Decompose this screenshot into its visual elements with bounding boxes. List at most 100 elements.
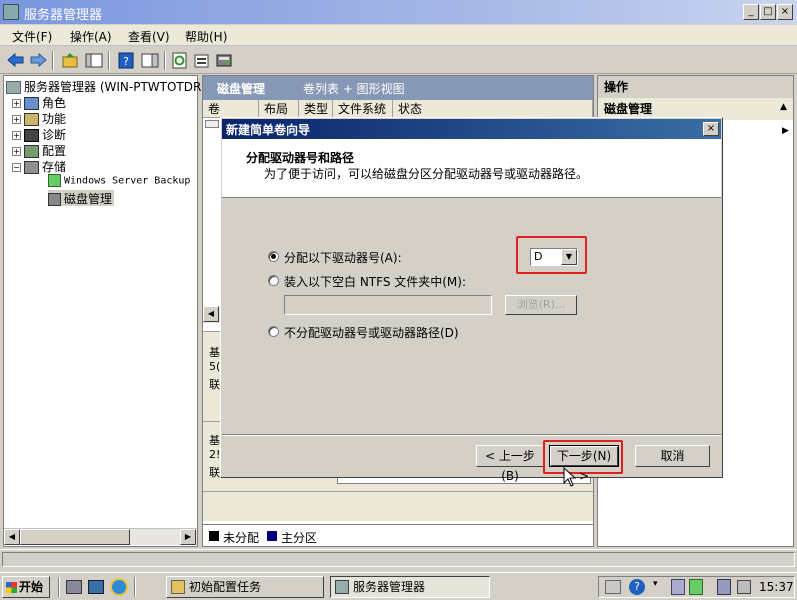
drive-letter-select[interactable]: D ▼	[530, 248, 578, 266]
task-initial-config[interactable]: 初始配置任务	[166, 576, 324, 598]
expand-icon[interactable]: +	[12, 147, 21, 156]
column-status[interactable]: 状态	[393, 100, 593, 118]
mount-folder-radio[interactable]	[268, 275, 279, 286]
status-panel	[2, 552, 795, 567]
forward-arrow-icon[interactable]	[28, 51, 48, 70]
tree-root[interactable]: 服务器管理器 (WIN-PTWTOTDRL5	[6, 78, 216, 94]
properties-icon[interactable]	[192, 51, 212, 70]
disk-tools-icon[interactable]	[214, 51, 234, 70]
network-icon[interactable]	[671, 579, 685, 595]
no-drive-letter-radio[interactable]	[268, 326, 279, 337]
legend-primary: 主分区	[281, 531, 318, 545]
tray-expand-icon[interactable]: ▾	[653, 579, 658, 589]
back-arrow-icon[interactable]	[6, 51, 26, 70]
collapse-icon[interactable]: −	[12, 163, 21, 172]
dialog-heading: 分配驱动器号和路径	[246, 151, 355, 165]
windows-logo-icon	[6, 582, 17, 593]
expand-icon[interactable]: +	[12, 115, 21, 124]
tree-item-label: 诊断	[42, 128, 67, 142]
diagnostics-icon	[24, 129, 39, 142]
tree-item-configuration[interactable]: + 配置	[12, 142, 66, 158]
expand-icon[interactable]: +	[12, 131, 21, 140]
dialog-title-bar[interactable]: 新建简单卷向导 ×	[222, 119, 721, 139]
tree-item-label: Windows Server Backup	[64, 175, 191, 187]
column-volume[interactable]: 卷	[203, 100, 259, 118]
back-button[interactable]: < 上一步(B)	[476, 445, 544, 483]
volume-icon	[205, 120, 219, 128]
no-drive-letter-label: 不分配驱动器号或驱动器路径(D)	[284, 326, 459, 340]
tree-pane: 服务器管理器 (WIN-PTWTOTDRL5 + 角色 + 功能 + 诊断 + 配置 −…	[3, 75, 216, 547]
scroll-left-icon[interactable]: ◀	[203, 306, 219, 322]
show-desktop-icon[interactable]	[88, 580, 104, 594]
start-label: 开始	[19, 580, 44, 594]
backup-icon	[48, 174, 61, 187]
expand-icon[interactable]: +	[12, 99, 21, 108]
dropdown-arrow-icon[interactable]: ▼	[561, 249, 577, 265]
show-hide-action-pane-icon[interactable]	[140, 51, 160, 70]
menu-view[interactable]: 查看(V)	[128, 28, 170, 45]
refresh-icon[interactable]	[170, 51, 190, 70]
server-manager-quicklaunch-icon[interactable]	[66, 580, 82, 594]
legend-unallocated: 未分配	[223, 531, 260, 545]
scroll-right-icon[interactable]: ▶	[180, 529, 196, 545]
tree-item-diagnostics[interactable]: + 诊断	[12, 126, 66, 142]
cancel-button[interactable]: 取消	[635, 445, 710, 467]
folder-path-input[interactable]	[284, 295, 492, 315]
minimize-button[interactable]: _	[743, 4, 759, 20]
more-actions-arrow-icon[interactable]: ▶	[782, 126, 789, 136]
tree-item-windows-server-backup[interactable]: Windows Server Backup	[48, 174, 190, 190]
column-layout[interactable]: 布局	[259, 100, 299, 118]
disk-0-label: 基	[209, 346, 220, 359]
security-icon[interactable]	[689, 579, 703, 595]
tree-root-label: 服务器管理器 (WIN-PTWTOTDRL5	[24, 80, 216, 94]
disk-1-size: 2!	[209, 448, 221, 461]
roles-icon	[24, 97, 39, 110]
next-button[interactable]: 下一步(N) >	[549, 445, 619, 483]
features-icon	[24, 113, 39, 126]
tree-item-features[interactable]: + 功能	[12, 110, 66, 126]
column-type[interactable]: 类型	[299, 100, 333, 118]
tree-item-storage[interactable]: − 存储	[12, 158, 66, 174]
task-server-manager[interactable]: 服务器管理器	[330, 576, 490, 598]
pane-header: 磁盘管理 卷列表 + 图形视图	[203, 76, 593, 100]
display-icon[interactable]	[717, 579, 731, 595]
assign-drive-letter-radio[interactable]	[268, 251, 279, 262]
keyboard-icon[interactable]	[605, 580, 621, 594]
scroll-thumb[interactable]	[20, 529, 130, 545]
task-label: 服务器管理器	[353, 580, 426, 594]
title-bar[interactable]: 服务器管理器 _ □ ×	[0, 0, 797, 24]
disk-0-size: 5(	[209, 360, 221, 373]
tree-item-roles[interactable]: + 角色	[12, 94, 66, 110]
menu-action[interactable]: 操作(A)	[70, 28, 112, 45]
primary-swatch	[267, 531, 277, 541]
system-tray: ? ▾ 15:37	[598, 576, 795, 598]
action-section-label: 磁盘管理	[604, 102, 653, 116]
column-filesystem[interactable]: 文件系统	[333, 100, 393, 118]
collapse-up-icon[interactable]: ▲	[780, 102, 787, 112]
dialog-subheading: 为了便于访问，可以给磁盘分区分配驱动器号或驱动器路径。	[264, 167, 589, 181]
maximize-button[interactable]: □	[760, 4, 776, 20]
dialog-close-button[interactable]: ×	[703, 122, 719, 136]
internet-explorer-icon[interactable]	[110, 578, 128, 596]
browse-button[interactable]: 浏览(R)...	[505, 295, 577, 315]
volume-icon[interactable]	[737, 580, 751, 594]
taskbar-separator	[134, 577, 136, 597]
tree-item-disk-management[interactable]: 磁盘管理	[48, 190, 115, 206]
up-folder-icon[interactable]	[60, 51, 80, 70]
scroll-left-icon[interactable]: ◀	[4, 529, 20, 545]
toolbar-separator	[108, 51, 110, 70]
dialog-header: 分配驱动器号和路径 为了便于访问，可以给磁盘分区分配驱动器号或驱动器路径。	[222, 139, 721, 198]
show-hide-tree-icon[interactable]	[84, 51, 104, 70]
menu-file[interactable]: 文件(F)	[12, 28, 52, 45]
start-button[interactable]: 开始	[2, 576, 50, 598]
tree-horizontal-scrollbar[interactable]: ◀ ▶	[4, 528, 197, 545]
config-task-icon	[171, 580, 185, 594]
assign-drive-letter-label: 分配以下驱动器号(A):	[284, 251, 402, 265]
menu-help[interactable]: 帮助(H)	[185, 28, 227, 45]
help-tray-icon[interactable]: ?	[629, 579, 645, 595]
clock[interactable]: 15:37	[759, 580, 794, 594]
close-button[interactable]: ×	[777, 4, 793, 20]
action-pane-title: 操作	[598, 76, 793, 98]
help-icon[interactable]: ?	[116, 51, 136, 70]
tree-item-label: 功能	[42, 112, 67, 126]
